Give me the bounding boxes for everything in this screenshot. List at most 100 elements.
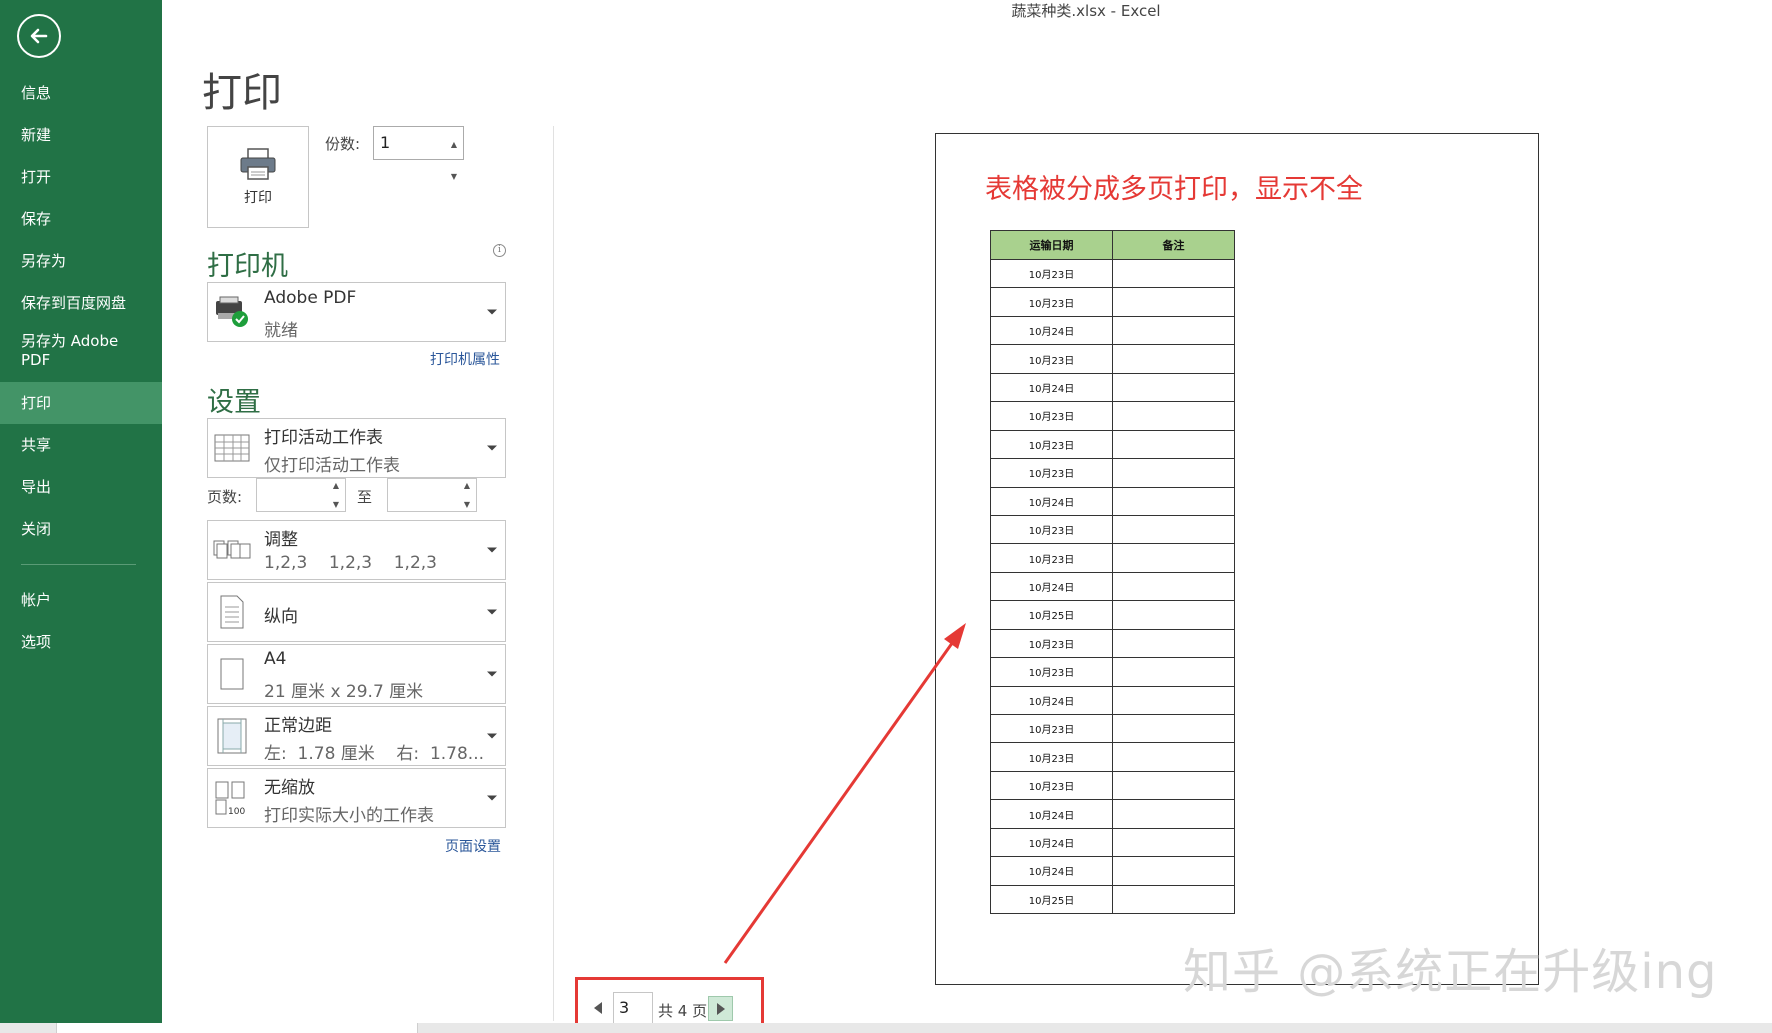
note-cell [1112,713,1235,744]
note-cell [1112,600,1235,630]
table-row: 10月23日 [990,713,1235,744]
date-cell: 10月23日 [990,258,1113,289]
watermark: 知乎 @系统正在升级ing [1183,944,1718,1000]
caret-down-icon [487,671,497,677]
caret-down-icon [487,547,497,553]
column-header: 运输日期 [990,230,1113,260]
note-cell [1112,258,1235,289]
bottom-tab [56,1023,418,1033]
spin-up-icon[interactable]: ▲ [451,129,457,161]
table-row: 10月25日 [990,600,1235,630]
pages-to-input[interactable]: ▲ ▼ [387,478,477,512]
paper-icon [213,655,251,693]
collate-main: 调整 [264,530,298,550]
note-cell [1112,287,1235,317]
date-cell: 10月24日 [990,486,1113,516]
table-row: 10月23日 [990,657,1235,687]
sidebar-item-save-baidu[interactable]: 保存到百度网盘 [0,282,162,324]
table-row: 10月23日 [990,429,1235,460]
sidebar-item-account[interactable]: 帐户 [0,579,162,621]
note-cell [1112,685,1235,716]
next-page-icon [716,1002,725,1015]
paper-size-main: A4 [264,649,287,669]
annotation-text: 表格被分成多页打印，显示不全 [985,174,1363,205]
note-cell [1112,458,1235,488]
sidebar-item-export[interactable]: 导出 [0,466,162,508]
print-scope-main: 打印活动工作表 [264,428,383,448]
page-setup-link[interactable]: 页面设置 [445,836,501,856]
sidebar-item-open[interactable]: 打开 [0,156,162,198]
date-cell: 10月23日 [990,458,1113,488]
sheet-icon [213,429,251,467]
date-cell: 10月23日 [990,543,1113,573]
table-row: 10月24日 [990,315,1235,346]
print-scope-select[interactable]: 打印活动工作表 仅打印活动工作表 [207,418,506,478]
sidebar-item-share[interactable]: 共享 [0,424,162,466]
copies-spinner[interactable]: ▲ ▼ [447,129,461,181]
table-row: 10月24日 [990,856,1235,886]
back-button[interactable] [17,14,61,58]
sidebar-divider [21,564,136,565]
page-total: 共 4 页 [658,1002,708,1020]
sidebar-item-info[interactable]: 信息 [0,72,162,114]
copies-input[interactable]: 1 ▲ ▼ [373,126,464,181]
table-row: 10月24日 [990,827,1235,858]
note-cell [1112,401,1235,431]
caret-down-icon [487,733,497,739]
paper-size-select[interactable]: A4 21 厘米 x 29.7 厘米 [207,644,506,704]
pages-label: 页数: [207,488,243,506]
table-row: 10月24日 [990,486,1235,516]
sidebar-item-save-as[interactable]: 另存为 [0,240,162,282]
page-number-input[interactable]: 3 [613,992,653,1024]
printer-select[interactable]: Adobe PDF 就绪 [207,282,506,342]
scaling-icon: 100 [213,779,251,817]
table-row: 10月25日 [990,884,1235,915]
copies-value: 1 [380,133,391,152]
date-cell: 10月23日 [990,657,1113,687]
note-cell [1112,742,1235,772]
table-row: 10月23日 [990,401,1235,431]
next-page-button[interactable] [708,996,733,1021]
date-cell: 10月24日 [990,315,1113,346]
margins-sub: 左: 1.78 厘米 右: 1.78... [264,744,485,764]
printer-properties-link[interactable]: 打印机属性 [430,349,500,369]
sidebar-item-new[interactable]: 新建 [0,114,162,156]
back-arrow-icon [30,28,48,44]
sidebar-item-save-as-pdf[interactable]: 另存为 Adobe PDF [0,324,130,382]
sidebar-item-options[interactable]: 选项 [0,621,162,663]
pages-from-spinner[interactable]: ▲ ▼ [329,481,343,509]
caret-down-icon [487,445,497,451]
scaling-select[interactable]: 100 无缩放 打印实际大小的工作表 [207,768,506,828]
table-row: 10月24日 [990,372,1235,403]
print-button[interactable]: 打印 [207,126,309,228]
margins-select[interactable]: 正常边距 左: 1.78 厘米 右: 1.78... [207,706,506,766]
note-cell [1112,429,1235,460]
preview-table: 运输日期 备注 10月23日 10月23日 10月24日 10月23日 10月24日 10… [990,230,1235,915]
info-icon[interactable]: i [493,244,506,257]
collate-select[interactable]: 调整 1,2,3 1,2,3 1,2,3 [207,520,506,580]
date-cell: 10月24日 [990,685,1113,716]
date-cell: 10月24日 [990,827,1113,858]
date-cell: 10月24日 [990,856,1113,886]
note-cell [1112,628,1235,659]
orientation-select[interactable]: 纵向 [207,582,506,642]
date-cell: 10月23日 [990,429,1113,460]
date-cell: 10月23日 [990,344,1113,374]
sidebar-item-close[interactable]: 关闭 [0,508,162,550]
note-cell [1112,315,1235,346]
spin-down-icon[interactable]: ▼ [451,161,457,193]
window-title: 蔬菜种类.xlsx - Excel [1011,2,1161,20]
note-cell [1112,884,1235,915]
settings-heading: 设置 [207,387,261,418]
date-cell: 10月23日 [990,770,1113,801]
page-title: 打印 [202,70,282,116]
sidebar-item-save[interactable]: 保存 [0,198,162,240]
table-header-row: 运输日期 备注 [990,230,1235,260]
table-row: 10月24日 [990,685,1235,716]
pages-from-input[interactable]: ▲ ▼ [256,478,346,512]
table-row: 10月23日 [990,543,1235,573]
date-cell: 10月24日 [990,799,1113,829]
prev-page-icon[interactable] [594,1002,602,1014]
pages-to-spinner[interactable]: ▲ ▼ [460,481,474,509]
sidebar-item-print[interactable]: 打印 [0,382,162,424]
